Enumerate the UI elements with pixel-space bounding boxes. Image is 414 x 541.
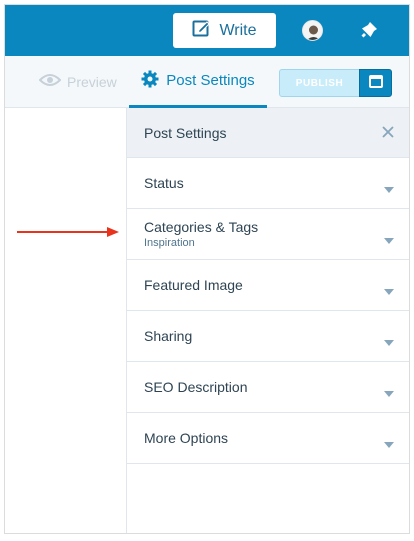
publish-label: PUBLISH xyxy=(295,77,344,89)
section-subtitle: Inspiration xyxy=(144,237,195,249)
write-icon xyxy=(192,19,211,42)
tab-post-settings[interactable]: Post Settings xyxy=(129,56,267,108)
section-label: Categories & Tags xyxy=(144,219,259,235)
close-icon[interactable] xyxy=(381,125,395,142)
section-label: More Options xyxy=(144,430,229,446)
calendar-icon xyxy=(368,74,383,93)
avatar[interactable] xyxy=(302,20,323,41)
publish-button[interactable]: PUBLISH xyxy=(279,69,360,97)
chevron-down-icon xyxy=(384,333,394,351)
notifications-icon[interactable] xyxy=(359,20,379,45)
section-sharing[interactable]: Sharing xyxy=(127,311,409,362)
section-categories-tags[interactable]: Categories & Tags Inspiration xyxy=(127,209,409,260)
preview-label: Preview xyxy=(67,73,117,90)
schedule-button[interactable] xyxy=(359,69,392,97)
chevron-down-icon xyxy=(384,384,394,402)
chevron-down-icon xyxy=(384,180,394,198)
chevron-down-icon xyxy=(384,282,394,300)
editor-toolbar: Preview Post Settings PUBLISH xyxy=(5,56,409,108)
write-label: Write xyxy=(219,21,257,39)
section-more-options[interactable]: More Options xyxy=(127,413,409,464)
eye-icon xyxy=(38,73,62,90)
masterbar: Write xyxy=(5,5,409,56)
section-seo-description[interactable]: SEO Description xyxy=(127,362,409,413)
panel-header: Post Settings xyxy=(127,108,409,158)
tab-preview[interactable]: Preview xyxy=(38,73,117,90)
section-label: Sharing xyxy=(144,328,193,344)
panel-title: Post Settings xyxy=(144,124,227,141)
section-label: Featured Image xyxy=(144,277,243,293)
section-label: SEO Description xyxy=(144,379,248,395)
annotation-arrow xyxy=(17,224,119,242)
section-featured-image[interactable]: Featured Image xyxy=(127,260,409,311)
write-button[interactable]: Write xyxy=(173,13,276,48)
chevron-down-icon xyxy=(384,435,394,453)
editor-window: Write Preview Post Settings PUBLISH Post… xyxy=(4,4,410,534)
gear-icon xyxy=(141,70,159,92)
post-settings-tab-label: Post Settings xyxy=(166,72,255,89)
chevron-down-icon xyxy=(384,231,394,249)
section-status[interactable]: Status xyxy=(127,158,409,209)
section-label: Status xyxy=(144,175,184,191)
post-settings-panel: Post Settings Status Categories & Tags I… xyxy=(126,108,409,533)
